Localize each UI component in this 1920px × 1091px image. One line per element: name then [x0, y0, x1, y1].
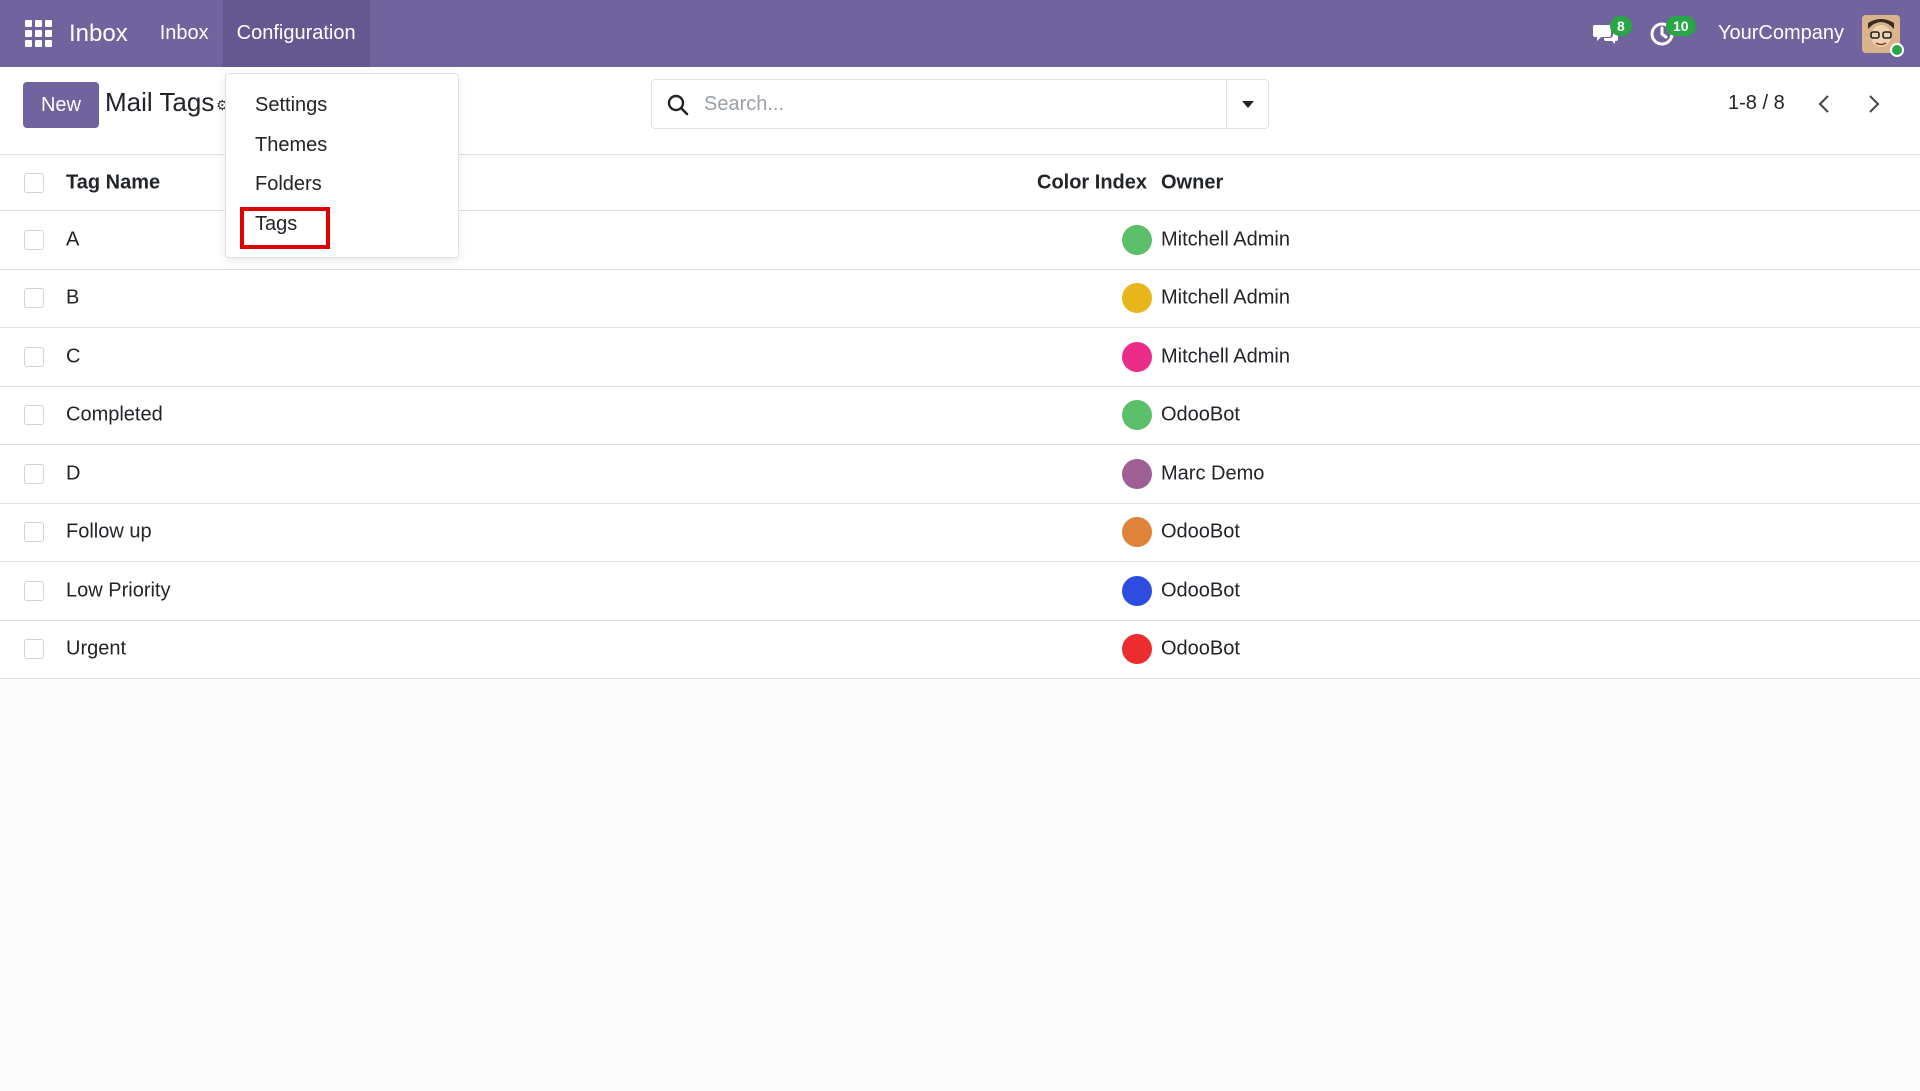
search-icon [667, 94, 689, 116]
chevron-left-icon [1818, 95, 1829, 113]
color-index-swatch [1122, 634, 1152, 665]
owner-cell: Marc Demo [1161, 462, 1265, 485]
app-brand[interactable]: Inbox [69, 20, 128, 48]
row-checkbox[interactable] [24, 288, 44, 309]
row-checkbox[interactable] [24, 580, 44, 601]
page-title: Mail Tags [105, 87, 215, 117]
color-index-swatch [1122, 283, 1152, 314]
search-bar [651, 79, 1269, 129]
owner-cell: OdooBot [1161, 579, 1240, 602]
tag-name-cell: Follow up [66, 520, 152, 543]
row-checkbox[interactable] [24, 639, 44, 660]
online-status-dot [1890, 42, 1904, 57]
pager-previous-button[interactable] [1810, 89, 1840, 119]
table-row[interactable]: Completed OdooBot [0, 386, 1920, 445]
owner-cell: Mitchell Admin [1161, 345, 1290, 368]
table-row[interactable]: Follow up OdooBot [0, 503, 1920, 562]
apps-grid-icon [24, 20, 52, 47]
menu-inbox[interactable]: Inbox [146, 0, 223, 67]
tag-name-cell: Completed [66, 403, 163, 426]
pager-next-button[interactable] [1858, 89, 1888, 119]
color-index-swatch [1122, 575, 1152, 606]
select-all-checkbox[interactable] [24, 173, 44, 193]
owner-cell: OdooBot [1161, 520, 1240, 543]
caret-down-icon [1241, 100, 1254, 108]
menu-item-themes[interactable]: Themes [255, 134, 327, 157]
table-row[interactable]: Urgent OdooBot [0, 620, 1920, 679]
color-index-swatch [1122, 341, 1152, 372]
menu-configuration[interactable]: Configuration [222, 0, 370, 67]
new-button[interactable]: New [23, 82, 99, 128]
table-row[interactable]: B Mitchell Admin [0, 269, 1920, 328]
user-avatar[interactable] [1862, 14, 1904, 57]
owner-cell: Mitchell Admin [1161, 228, 1290, 251]
column-header-tag-name[interactable]: Tag Name [66, 172, 160, 195]
table-row[interactable]: D Marc Demo [0, 445, 1920, 504]
owner-cell: Mitchell Admin [1161, 286, 1290, 309]
search-input[interactable] [704, 88, 1204, 120]
row-checkbox[interactable] [24, 229, 44, 250]
row-checkbox[interactable] [24, 405, 44, 426]
tag-name-cell: Urgent [66, 637, 127, 660]
menu-item-settings[interactable]: Settings [255, 94, 327, 117]
chevron-right-icon [1869, 95, 1880, 113]
tag-name-cell: Low Priority [66, 579, 171, 602]
table-row[interactable]: C Mitchell Admin [0, 328, 1920, 387]
color-index-swatch [1122, 224, 1152, 255]
column-header-color-index[interactable]: Color Index [1037, 172, 1147, 195]
row-checkbox[interactable] [24, 346, 44, 367]
search-options-toggle[interactable] [1226, 80, 1268, 128]
messages-badge: 8 [1609, 16, 1632, 36]
tag-name-cell: D [66, 462, 81, 485]
tag-name-cell: C [66, 345, 81, 368]
row-checkbox[interactable] [24, 463, 44, 484]
activities-button[interactable]: 10 [1634, 0, 1696, 67]
table-row[interactable]: Low Priority OdooBot [0, 562, 1920, 621]
menu-item-folders[interactable]: Folders [255, 173, 322, 196]
tags-highlight-box [240, 207, 330, 249]
messages-button[interactable]: 8 [1578, 0, 1634, 67]
owner-cell: OdooBot [1161, 637, 1240, 660]
activities-badge: 10 [1665, 16, 1696, 36]
company-switcher[interactable]: YourCompany [1718, 22, 1844, 45]
tag-name-cell: A [66, 228, 80, 251]
color-index-swatch [1122, 400, 1152, 431]
top-navbar: Inbox Inbox Configuration 8 10 YourCompa… [0, 0, 1920, 67]
column-header-owner[interactable]: Owner [1161, 172, 1223, 195]
color-index-swatch [1122, 458, 1152, 489]
row-checkbox[interactable] [24, 522, 44, 543]
tag-name-cell: B [66, 286, 80, 309]
apps-menu-button[interactable] [12, 0, 64, 67]
color-index-swatch [1122, 517, 1152, 548]
owner-cell: OdooBot [1161, 403, 1240, 426]
pager-value[interactable]: 1-8 / 8 [1728, 92, 1785, 115]
